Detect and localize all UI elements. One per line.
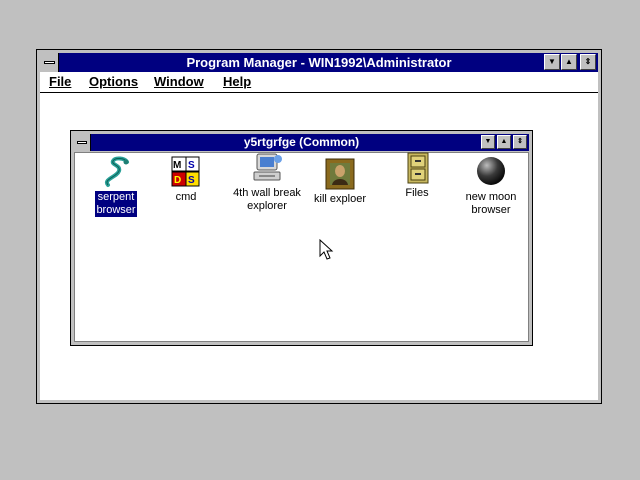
program-item-files[interactable]: Files xyxy=(377,151,457,200)
system-menu-box[interactable] xyxy=(40,53,59,72)
minimize-icon: ▼ xyxy=(548,57,556,66)
restore-icon: ⇕ xyxy=(584,57,592,66)
program-manager-titlebar[interactable]: Program Manager - WIN1992\Administrator … xyxy=(40,53,598,72)
maximize-icon: ▲ xyxy=(565,57,573,66)
menu-file-label: File xyxy=(49,74,72,89)
label-line: browser xyxy=(96,204,136,216)
minimize-button[interactable]: ▼ xyxy=(544,54,560,70)
svg-text:S: S xyxy=(188,160,195,171)
group-title: y5rtgrfge (Common) xyxy=(243,135,360,149)
program-item-serpent-browser[interactable]: serpent browser xyxy=(76,155,156,217)
svg-text:D: D xyxy=(174,175,181,186)
label-line: explorer xyxy=(247,200,287,212)
group-restore-icon: ⇕ xyxy=(517,138,523,145)
window-title: Program Manager - WIN1992\Administrator xyxy=(186,55,452,70)
mouse-cursor-icon xyxy=(319,239,334,260)
menu-file[interactable]: File xyxy=(49,74,71,90)
group-client-area: serpent browser M S D S cmd 4th wall bre… xyxy=(74,152,529,342)
program-item-label: new moon browser xyxy=(465,191,518,217)
label-line: kill exploer xyxy=(314,193,366,205)
label-line: Files xyxy=(405,187,429,199)
maximize-button[interactable]: ▲ xyxy=(561,54,577,70)
program-item-new-moon-browser[interactable]: new moon browser xyxy=(451,155,531,217)
system-menu-icon xyxy=(44,61,55,64)
menu-window-label: Window xyxy=(154,74,204,89)
program-item-cmd[interactable]: M S D S cmd xyxy=(146,155,226,204)
label-line: serpent xyxy=(97,191,135,203)
restore-button[interactable]: ⇕ xyxy=(580,54,596,70)
group-minimize-icon: ▼ xyxy=(484,138,492,145)
group-restore-button[interactable]: ⇕ xyxy=(513,135,527,149)
file-cabinet-icon xyxy=(407,152,429,184)
serpent-icon xyxy=(104,156,129,187)
group-system-menu-icon xyxy=(77,141,87,144)
label-line: cmd xyxy=(175,191,197,203)
group-titlebar[interactable]: y5rtgrfge (Common) ▼ ▲ ⇕ xyxy=(74,134,529,151)
group-maximize-button[interactable]: ▲ xyxy=(497,135,511,149)
program-item-label: serpent browser xyxy=(95,191,137,217)
group-system-menu-box[interactable] xyxy=(74,134,91,151)
program-manager-window: Program Manager - WIN1992\Administrator … xyxy=(36,49,602,404)
program-item-label: kill exploer xyxy=(313,193,367,206)
label-line: new moon xyxy=(465,191,517,203)
group-maximize-icon: ▲ xyxy=(500,138,508,145)
program-item-label: Files xyxy=(404,187,429,200)
program-item-label: 4th wall break explorer xyxy=(232,187,302,213)
program-item-label: cmd xyxy=(175,191,198,204)
program-item-kill-exploer[interactable]: kill exploer xyxy=(300,157,380,206)
menu-options[interactable]: Options xyxy=(89,74,138,90)
svg-text:S: S xyxy=(188,175,195,186)
portrait-icon xyxy=(325,158,355,190)
label-line: 4th wall break xyxy=(233,187,301,199)
program-item-4th-wall-break-explorer[interactable]: 4th wall break explorer xyxy=(227,151,307,213)
menu-help-label: Help xyxy=(223,74,252,89)
label-line: browser xyxy=(471,204,511,216)
menu-bar: File Options Window Help xyxy=(40,72,598,93)
group-minimize-button[interactable]: ▼ xyxy=(481,135,495,149)
menu-help[interactable]: Help xyxy=(223,74,251,90)
menu-window[interactable]: Window xyxy=(154,74,204,90)
msdos-icon: M S D S xyxy=(171,156,200,187)
group-window: y5rtgrfge (Common) ▼ ▲ ⇕ serpentbrowser xyxy=(70,130,533,346)
computer-icon xyxy=(253,153,282,181)
moon-icon xyxy=(477,157,505,185)
menu-options-label: Options xyxy=(89,74,139,89)
svg-text:M: M xyxy=(173,160,181,171)
